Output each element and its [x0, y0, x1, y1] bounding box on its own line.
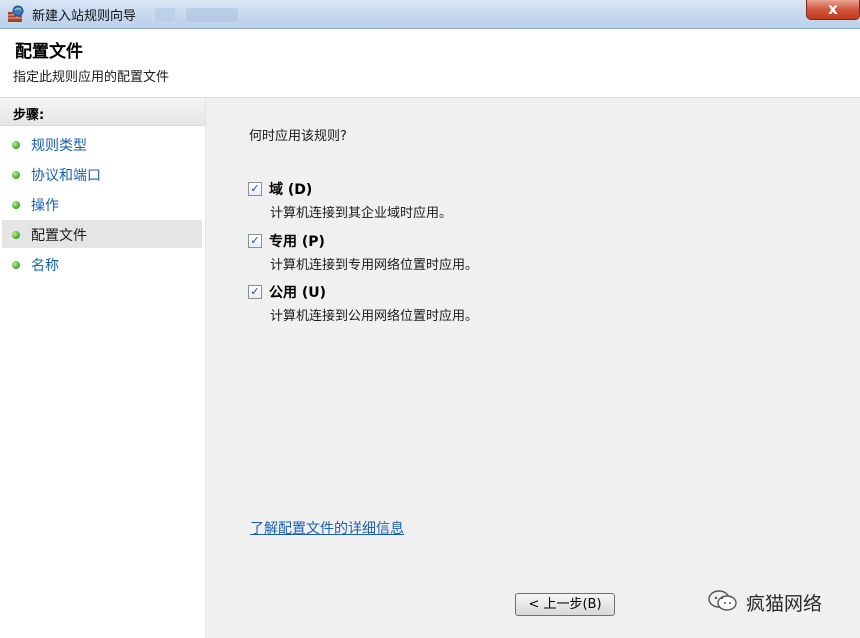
- step-status-dot-icon: [12, 141, 20, 149]
- steps-header: 步骤:: [0, 98, 205, 126]
- option-private[interactable]: ✓ 专用 (P) 计算机连接到专用网络位置时应用。: [248, 231, 668, 273]
- close-button[interactable]: x: [806, 0, 860, 20]
- domain-checkbox[interactable]: ✓: [248, 182, 262, 196]
- step-label: 配置文件: [31, 228, 87, 244]
- step-label[interactable]: 名称: [31, 255, 59, 275]
- option-description: 计算机连接到其企业域时应用。: [270, 206, 453, 221]
- private-checkbox[interactable]: ✓: [248, 234, 262, 248]
- step-rule-type[interactable]: 规则类型: [2, 130, 202, 158]
- option-label[interactable]: 域 (D): [269, 179, 312, 199]
- step-status-dot-icon: [12, 201, 20, 209]
- step-action[interactable]: 操作: [2, 190, 202, 218]
- profile-info-link[interactable]: 了解配置文件的详细信息: [250, 518, 404, 538]
- content-pane: 何时应用该规则? ✓ 域 (D) 计算机连接到其企业域时应用。 ✓ 专用 (P)…: [206, 98, 860, 638]
- option-description: 计算机连接到专用网络位置时应用。: [270, 258, 479, 273]
- steps-title: 步骤:: [13, 108, 45, 123]
- option-label[interactable]: 公用 (U): [269, 282, 326, 302]
- option-description: 计算机连接到公用网络位置时应用。: [270, 309, 479, 324]
- wechat-icon: [708, 590, 738, 612]
- step-status-dot-icon: [12, 261, 20, 269]
- step-name[interactable]: 名称: [2, 250, 202, 278]
- page-header: 配置文件 指定此规则应用的配置文件: [0, 29, 860, 98]
- watermark: 疯猫网络: [708, 588, 848, 615]
- step-label[interactable]: 规则类型: [31, 135, 87, 155]
- title-bar[interactable]: 新建入站规则向导 x: [0, 0, 860, 29]
- option-label[interactable]: 专用 (P): [269, 231, 325, 251]
- option-domain[interactable]: ✓ 域 (D) 计算机连接到其企业域时应用。: [248, 179, 668, 221]
- option-public[interactable]: ✓ 公用 (U) 计算机连接到公用网络位置时应用。: [248, 282, 668, 324]
- blurred-region: [186, 8, 238, 22]
- page-subtitle: 指定此规则应用的配置文件: [13, 70, 170, 85]
- back-button[interactable]: < 上一步(B): [515, 593, 615, 616]
- step-protocol-port[interactable]: 协议和端口: [2, 160, 202, 188]
- step-label[interactable]: 协议和端口: [31, 165, 101, 185]
- step-status-dot-icon: [12, 171, 20, 179]
- steps-pane: 步骤: 规则类型 协议和端口 操作 配置文件 名称: [0, 98, 206, 638]
- window-title: 新建入站规则向导: [32, 9, 137, 24]
- page-title: 配置文件: [15, 42, 83, 62]
- watermark-text: 疯猫网络: [746, 593, 823, 615]
- step-profile: 配置文件: [2, 220, 202, 248]
- firewall-icon: [6, 5, 26, 23]
- step-label[interactable]: 操作: [31, 195, 59, 215]
- question-text: 何时应用该规则?: [249, 129, 347, 144]
- step-status-dot-icon: [12, 231, 20, 239]
- public-checkbox[interactable]: ✓: [248, 285, 262, 299]
- blurred-region: [155, 8, 175, 22]
